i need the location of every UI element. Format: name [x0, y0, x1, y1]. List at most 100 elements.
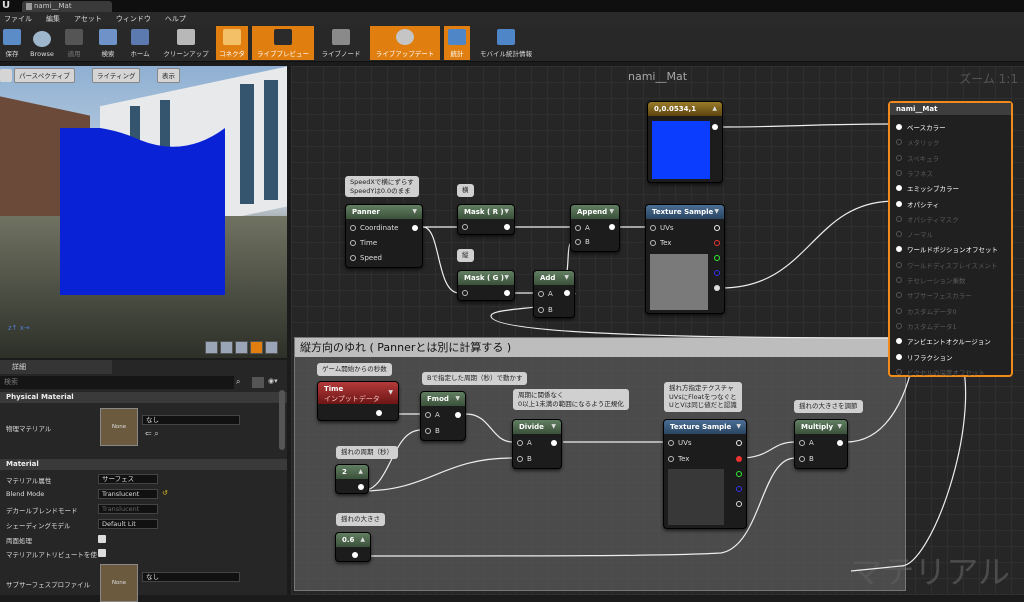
note-speed[interactable]: SpeedXで横にずらす SpeedYは0.0のまま — [345, 176, 419, 197]
input-pin[interactable] — [575, 239, 581, 245]
note-fmod[interactable]: Bで指定した周期（秒）で動かす — [422, 372, 528, 385]
node-add[interactable]: Add ▼ A B — [533, 270, 575, 318]
output-a-pin[interactable] — [736, 501, 742, 507]
physical-material-dropdown[interactable]: なし — [142, 415, 240, 425]
output-pin[interactable] — [837, 440, 843, 446]
collapse-arrow-icon[interactable]: ▼ — [837, 420, 842, 434]
pin-b[interactable]: B — [517, 455, 532, 463]
input-pin[interactable] — [350, 240, 356, 246]
node-time[interactable]: Time インプットデータ ▼ — [317, 381, 399, 421]
physical-material-section[interactable]: Physical Material — [0, 392, 287, 403]
input-pin[interactable] — [896, 185, 902, 192]
collapse-arrow-icon[interactable]: ▼ — [714, 205, 719, 219]
pin-a[interactable]: A — [538, 290, 553, 298]
node-material-result[interactable]: nami__Mat ベースカラー メタリック スペキュラ ラフネス エミッシブカラー オパ… — [888, 101, 1013, 377]
pin-b[interactable]: B — [425, 427, 440, 435]
menu-edit[interactable]: 編集 — [46, 14, 60, 24]
result-pin-13[interactable]: カスタムデータ1 — [896, 321, 957, 331]
asset-tab[interactable]: nami__Mat — [22, 1, 112, 12]
output-pin[interactable] — [358, 484, 364, 490]
input-pin[interactable] — [896, 215, 902, 222]
input-pin[interactable] — [650, 240, 656, 246]
search-button[interactable]: 検索 — [94, 26, 122, 60]
result-pin-12[interactable]: カスタムデータ0 — [896, 306, 957, 316]
result-pin-4[interactable]: エミッシブカラー — [896, 183, 959, 193]
output-pin[interactable] — [564, 290, 570, 296]
view-options-icon[interactable] — [252, 377, 264, 388]
input-pin[interactable] — [517, 440, 523, 446]
input-pin[interactable] — [896, 124, 902, 130]
output-pin[interactable] — [504, 290, 510, 296]
viewport-options-button[interactable] — [0, 69, 12, 82]
input-pin[interactable] — [896, 246, 902, 253]
pin-tex[interactable]: Tex — [668, 455, 689, 463]
pin-uvs[interactable]: UVs — [650, 224, 674, 232]
collapse-arrow-icon[interactable]: ▼ — [551, 420, 556, 434]
input-pin[interactable] — [350, 225, 356, 231]
note-horizontal[interactable]: 横 — [457, 184, 474, 197]
output-g-pin[interactable] — [714, 255, 720, 261]
perspective-button[interactable]: パースペクティブ — [14, 68, 75, 83]
details-tab[interactable]: 詳細 — [0, 360, 112, 374]
input-pin[interactable] — [896, 231, 902, 238]
shading-model-dropdown[interactable]: Default Lit — [98, 519, 158, 529]
node-texture-sample-1[interactable]: Texture Sample ▼ UVs Tex — [645, 204, 725, 314]
pin-a[interactable]: A — [799, 439, 814, 447]
node-constant-period[interactable]: 2 ▲ — [335, 464, 369, 494]
result-pin-15[interactable]: リフラクション — [896, 352, 953, 362]
input-pin[interactable] — [668, 440, 674, 446]
result-pin-2[interactable]: スペキュラ — [896, 153, 939, 163]
pin-b[interactable]: B — [538, 306, 553, 314]
two-sided-checkbox[interactable] — [98, 535, 106, 543]
input-pin[interactable] — [896, 322, 902, 329]
collapse-arrow-icon[interactable]: ▼ — [564, 271, 569, 285]
pin-a[interactable]: A — [517, 439, 532, 447]
input-pin[interactable] — [896, 261, 902, 268]
blend-mode-dropdown[interactable]: Translucent — [98, 489, 158, 499]
collapse-arrow-icon[interactable]: ▼ — [609, 205, 614, 219]
collapse-arrow-icon[interactable]: ▼ — [736, 420, 741, 434]
details-scrollbar[interactable] — [279, 390, 285, 450]
sphere-preview-icon[interactable] — [220, 341, 233, 354]
mesh-preview-icon[interactable] — [265, 341, 278, 354]
node-constant-amplitude[interactable]: 0.6 ▲ — [335, 532, 371, 562]
result-pin-10[interactable]: テセレーション乗数 — [896, 275, 965, 285]
pin-time[interactable]: Time — [350, 239, 377, 247]
output-rgb-pin[interactable] — [736, 440, 742, 446]
output-b-pin[interactable] — [736, 486, 742, 492]
mobile-stats-button[interactable]: モバイル統計情報 — [474, 26, 538, 60]
browse-button[interactable]: Browse — [26, 26, 58, 60]
input-pin[interactable] — [462, 224, 468, 230]
menu-window[interactable]: ウィンドウ — [116, 14, 151, 24]
input-pin[interactable] — [350, 255, 356, 261]
output-r-pin[interactable] — [736, 456, 742, 462]
cube-preview-icon[interactable] — [250, 341, 263, 354]
cylinder-preview-icon[interactable] — [205, 341, 218, 354]
collapse-arrow-icon[interactable]: ▲ — [358, 465, 363, 479]
output-pin[interactable] — [504, 224, 510, 230]
node-append[interactable]: Append ▼ A B — [570, 204, 620, 252]
input-pin[interactable] — [650, 225, 656, 231]
search-icon[interactable]: ⌕ — [236, 377, 240, 387]
input-pin[interactable] — [538, 291, 544, 297]
node-fmod[interactable]: Fmod ▼ A B — [420, 391, 466, 441]
use-material-attributes-checkbox[interactable] — [98, 549, 106, 557]
output-pin[interactable] — [455, 412, 461, 418]
input-pin[interactable] — [425, 428, 431, 434]
input-pin[interactable] — [896, 277, 902, 283]
output-pin[interactable] — [352, 552, 358, 558]
input-pin[interactable] — [575, 225, 581, 231]
result-pin-16[interactable]: ピクセルの深度オフセット — [896, 367, 985, 377]
collapse-arrow-icon[interactable]: ▼ — [455, 392, 460, 406]
note-period[interactable]: 揺れの周期（秒） — [336, 446, 398, 459]
input-pin[interactable] — [896, 368, 902, 375]
note-multiply[interactable]: 揺れの大きさを調節 — [794, 400, 863, 413]
output-pin[interactable] — [609, 224, 615, 230]
material-graph[interactable]: nami__Mat ズーム 1:1 マテリアル 縦方向のゆれ ( Pannerと… — [291, 66, 1024, 595]
subsurface-profile-dropdown[interactable]: なし — [142, 572, 240, 582]
reset-to-default-icon[interactable]: ↺ — [162, 489, 168, 497]
input-pin[interactable] — [896, 154, 902, 161]
home-button[interactable]: ホーム — [124, 26, 156, 60]
node-mask-r[interactable]: Mask ( R ) ▼ — [457, 204, 515, 235]
pin-uvs[interactable]: UVs — [668, 439, 692, 447]
